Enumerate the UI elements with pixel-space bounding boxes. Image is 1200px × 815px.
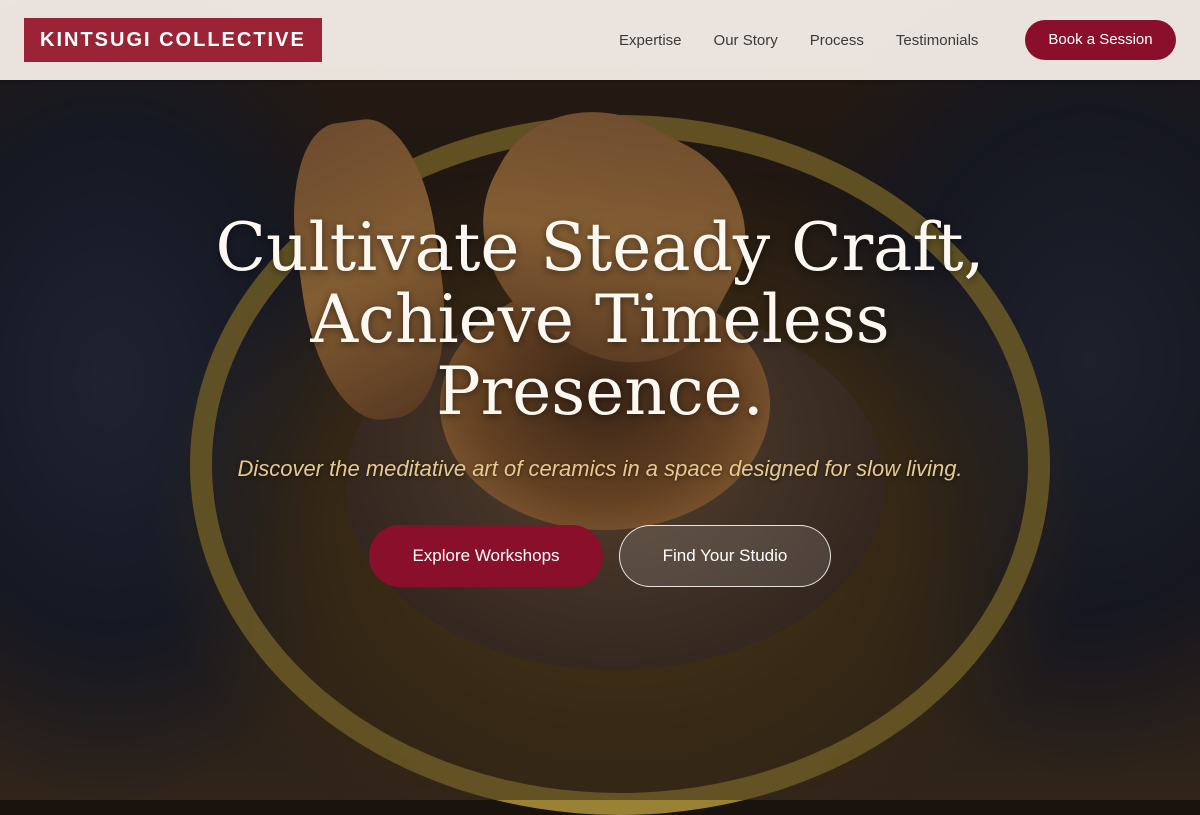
explore-workshops-button[interactable]: Explore Workshops bbox=[369, 525, 603, 587]
nav-link-expertise[interactable]: Expertise bbox=[603, 32, 698, 49]
hero-title: Cultivate Steady Craft, Achieve Timeless… bbox=[0, 212, 1200, 428]
book-session-button[interactable]: Book a Session bbox=[1025, 20, 1176, 60]
top-navbar: KINTSUGI COLLECTIVE Expertise Our Story … bbox=[0, 0, 1200, 80]
brand-logo[interactable]: KINTSUGI COLLECTIVE bbox=[24, 18, 322, 62]
hero-title-line-2: Achieve Timeless bbox=[310, 281, 890, 358]
nav-link-our-story[interactable]: Our Story bbox=[698, 32, 794, 49]
nav-link-process[interactable]: Process bbox=[794, 32, 880, 49]
hero-title-line-3: Presence. bbox=[436, 353, 764, 430]
main-nav: Expertise Our Story Process Testimonials bbox=[603, 0, 994, 80]
hero-title-line-1: Cultivate Steady Craft, bbox=[215, 209, 985, 286]
nav-link-testimonials[interactable]: Testimonials bbox=[880, 32, 995, 49]
find-studio-button[interactable]: Find Your Studio bbox=[619, 525, 831, 587]
hero-subtitle: Discover the meditative art of ceramics … bbox=[237, 456, 963, 481]
